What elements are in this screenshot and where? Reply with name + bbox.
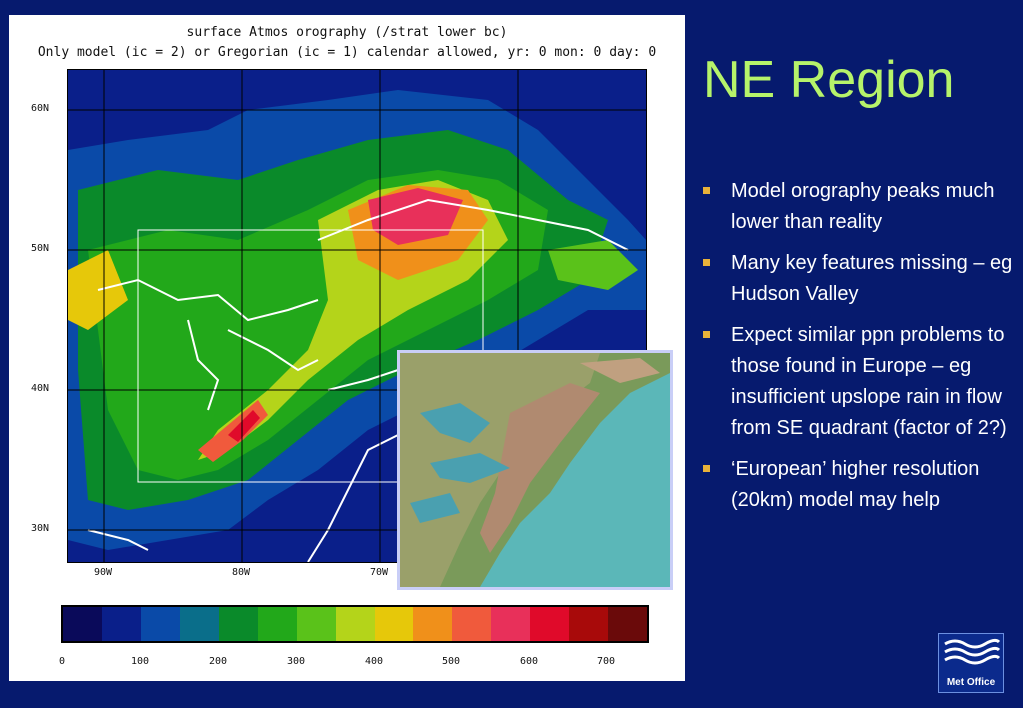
bullet-text: ‘European’ higher resolution (20km) mode… <box>731 458 980 511</box>
colorbar-swatch <box>374 607 414 641</box>
colorbar <box>61 605 649 643</box>
bullet-square-icon <box>703 187 710 194</box>
figure-title: surface Atmos orography (/strat lower bc… <box>186 25 508 40</box>
colorbar-swatch <box>101 607 141 641</box>
colorbar-label: 100 <box>130 656 150 667</box>
wave-lines-icon <box>944 638 1001 665</box>
y-tick-label: 40N <box>31 383 50 394</box>
colorbar-swatch <box>140 607 180 641</box>
colorbar-swatch <box>491 607 531 641</box>
colorbar-label: 600 <box>519 656 539 667</box>
bullet-square-icon <box>703 331 710 338</box>
bullet-item: Many key features missing – eg Hudson Va… <box>703 248 1015 310</box>
bullet-square-icon <box>703 465 710 472</box>
terrain-relief-map <box>397 350 673 590</box>
figure-subtitle: Only model (ic = 2) or Gregorian (ic = 1… <box>37 45 657 60</box>
slide-title: NE Region <box>703 51 955 109</box>
x-tick-label: 90W <box>93 567 113 578</box>
colorbar-swatch <box>335 607 375 641</box>
colorbar-swatch <box>296 607 336 641</box>
bullet-text: Many key features missing – eg Hudson Va… <box>731 252 1013 305</box>
bullet-list: Model orography peaks much lower than re… <box>703 176 1015 526</box>
terrain-relief-graphic <box>400 353 670 587</box>
x-tick-label: 70W <box>369 567 389 578</box>
colorbar-swatch <box>608 607 648 641</box>
y-tick-label: 50N <box>31 243 50 254</box>
colorbar-swatch <box>257 607 297 641</box>
bullet-item: ‘European’ higher resolution (20km) mode… <box>703 454 1015 516</box>
colorbar-label: 400 <box>364 656 384 667</box>
colorbar-label: 500 <box>441 656 461 667</box>
colorbar-swatch <box>530 607 570 641</box>
y-tick-label: 60N <box>31 103 50 114</box>
colorbar-swatch <box>218 607 258 641</box>
colorbar-swatch <box>413 607 453 641</box>
x-tick-label: 80W <box>231 567 251 578</box>
colorbar-label: 700 <box>596 656 616 667</box>
colorbar-label: 200 <box>208 656 228 667</box>
colorbar-swatch <box>569 607 609 641</box>
colorbar-swatch <box>179 607 219 641</box>
y-tick-label: 30N <box>31 523 50 534</box>
bullet-text: Model orography peaks much lower than re… <box>731 180 995 233</box>
colorbar-swatch <box>63 607 102 641</box>
colorbar-swatch <box>452 607 492 641</box>
bullet-text: Expect similar ppn problems to those fou… <box>731 324 1007 439</box>
logo-label: Met Office <box>946 677 996 688</box>
colorbar-label: 0 <box>58 656 66 667</box>
met-office-logo: Met Office <box>938 633 1004 693</box>
bullet-square-icon <box>703 259 710 266</box>
colorbar-label: 300 <box>286 656 306 667</box>
bullet-item: Expect similar ppn problems to those fou… <box>703 320 1015 444</box>
bullet-item: Model orography peaks much lower than re… <box>703 176 1015 238</box>
